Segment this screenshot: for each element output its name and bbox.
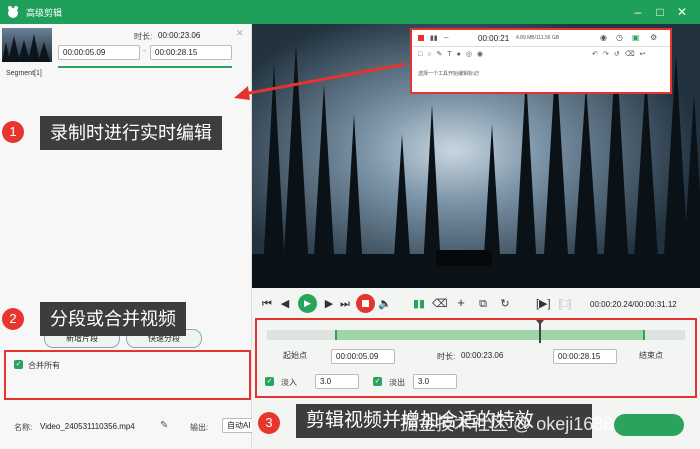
fade-in-label: 淡入 — [281, 378, 297, 387]
toolbox-icon[interactable]: ▣ — [632, 33, 640, 42]
record-size: 4.89 MB/111.56 GB — [516, 35, 560, 41]
duration-label: 时长: — [134, 32, 153, 41]
export-button[interactable] — [614, 414, 684, 436]
trim-end-field[interactable]: 00:00:28.15 — [553, 349, 617, 364]
app-logo-icon — [6, 5, 20, 19]
stop-record-icon[interactable] — [418, 35, 424, 41]
watermark: 掘金技术社区 @ okeji1688 — [400, 414, 614, 434]
segment-buttons-highlight — [4, 350, 251, 400]
window-title: 高级剪辑 — [26, 8, 63, 18]
fade-in-checkbox[interactable]: ✓ — [265, 377, 274, 386]
screenshot-icon[interactable]: ◉ — [600, 33, 607, 42]
add-icon[interactable]: + — [454, 296, 468, 310]
fade-out-checkbox[interactable]: ✓ — [373, 377, 382, 386]
minimize-toolbar-icon[interactable]: – — [444, 33, 448, 42]
segment-label: Segment[1] — [6, 70, 42, 77]
trim-panel: 起始点 00:00:05.09 时长: 00:00:23.06 00:00:28… — [255, 318, 697, 398]
trim-selection[interactable] — [335, 330, 645, 340]
segment-start-field[interactable]: 00:00:05.09 — [58, 45, 140, 60]
record-time: 00:00:21 — [478, 34, 510, 43]
title-bar: 高级剪辑 – □ ✕ — [0, 0, 700, 24]
reset-icon[interactable]: ↻ — [498, 297, 512, 311]
trim-duration-label: 时长: — [437, 352, 456, 361]
annotation-arrow — [230, 60, 410, 110]
fade-in-field[interactable]: 3.0 — [315, 374, 359, 389]
segment-thumbnail[interactable] — [2, 28, 52, 62]
set-end-button[interactable]: 结束点 — [621, 349, 693, 364]
settings-gear-icon[interactable]: ⚙ — [650, 33, 657, 42]
annotation-3-badge: 3 — [258, 412, 280, 434]
edit-actions[interactable]: ↶↷↺⌫↩ — [592, 50, 650, 58]
play-button[interactable]: ▶ — [298, 294, 317, 313]
file-name-value: Video_240531110356.mp4 — [40, 422, 135, 431]
maximize-button[interactable]: □ — [652, 4, 668, 20]
output-label: 输出: — [190, 423, 209, 432]
fade-out-label: 淡出 — [389, 378, 405, 387]
delete-trash-icon[interactable]: ⌫ — [432, 297, 448, 311]
close-button[interactable]: ✕ — [674, 4, 690, 20]
range-separator: - — [143, 46, 146, 55]
toolbar-divider — [412, 46, 670, 47]
skip-start-icon[interactable]: ⏮ — [260, 297, 274, 311]
playback-time: 00:00:20.24/00:00:31.12 — [590, 300, 677, 309]
step-back-icon[interactable]: ◀ — [278, 297, 292, 311]
recorder-toolbar-overlay: ▮▮ – 00:00:21 4.89 MB/111.56 GB ◉ ◷ ▣ ⚙ … — [410, 28, 672, 94]
stop-button[interactable] — [356, 294, 375, 313]
toolbar-hint: 选择一个工具开始编辑标记! — [418, 71, 480, 77]
segment-end-field[interactable]: 00:00:28.15 — [150, 45, 232, 60]
delete-segment-icon[interactable]: ✕ — [236, 28, 244, 39]
trim-duration-value: 00:00:23.06 — [461, 351, 504, 360]
trim-start-field[interactable]: 00:00:05.09 — [331, 349, 395, 364]
copy-icon[interactable]: ⧉ — [476, 297, 490, 311]
crop-start-icon[interactable]: [▶] — [536, 297, 551, 311]
set-start-button[interactable]: 起始点 — [265, 349, 335, 364]
volume-icon[interactable]: 🔈 — [378, 297, 392, 311]
annotation-1-text: 录制时进行实时编辑 — [40, 116, 222, 150]
minimize-button[interactable]: – — [630, 4, 646, 20]
pause-record-icon[interactable]: ▮▮ — [430, 34, 438, 42]
annotation-2-badge: 2 — [2, 308, 24, 330]
segment-progress — [58, 66, 232, 68]
annotation-2-text: 分段或合并视频 — [40, 302, 186, 336]
skip-end-icon[interactable]: ⏭ — [338, 297, 352, 311]
clock-icon[interactable]: ◷ — [616, 33, 623, 42]
step-forward-icon[interactable]: ▶ — [322, 297, 336, 311]
playhead-marker-icon — [536, 320, 544, 325]
file-name-label: 名称: — [14, 423, 33, 432]
annotation-tools[interactable]: □○✎T●◎◉ — [418, 50, 488, 58]
rename-pencil-icon[interactable]: ✎ — [160, 420, 168, 431]
crop-end-icon[interactable]: [□] — [558, 297, 572, 311]
annotation-1-badge: 1 — [2, 121, 24, 143]
duration-value: 00:00:23.06 — [158, 31, 201, 40]
fade-out-field[interactable]: 3.0 — [413, 374, 457, 389]
split-icon[interactable]: ▮▮ — [412, 297, 426, 311]
